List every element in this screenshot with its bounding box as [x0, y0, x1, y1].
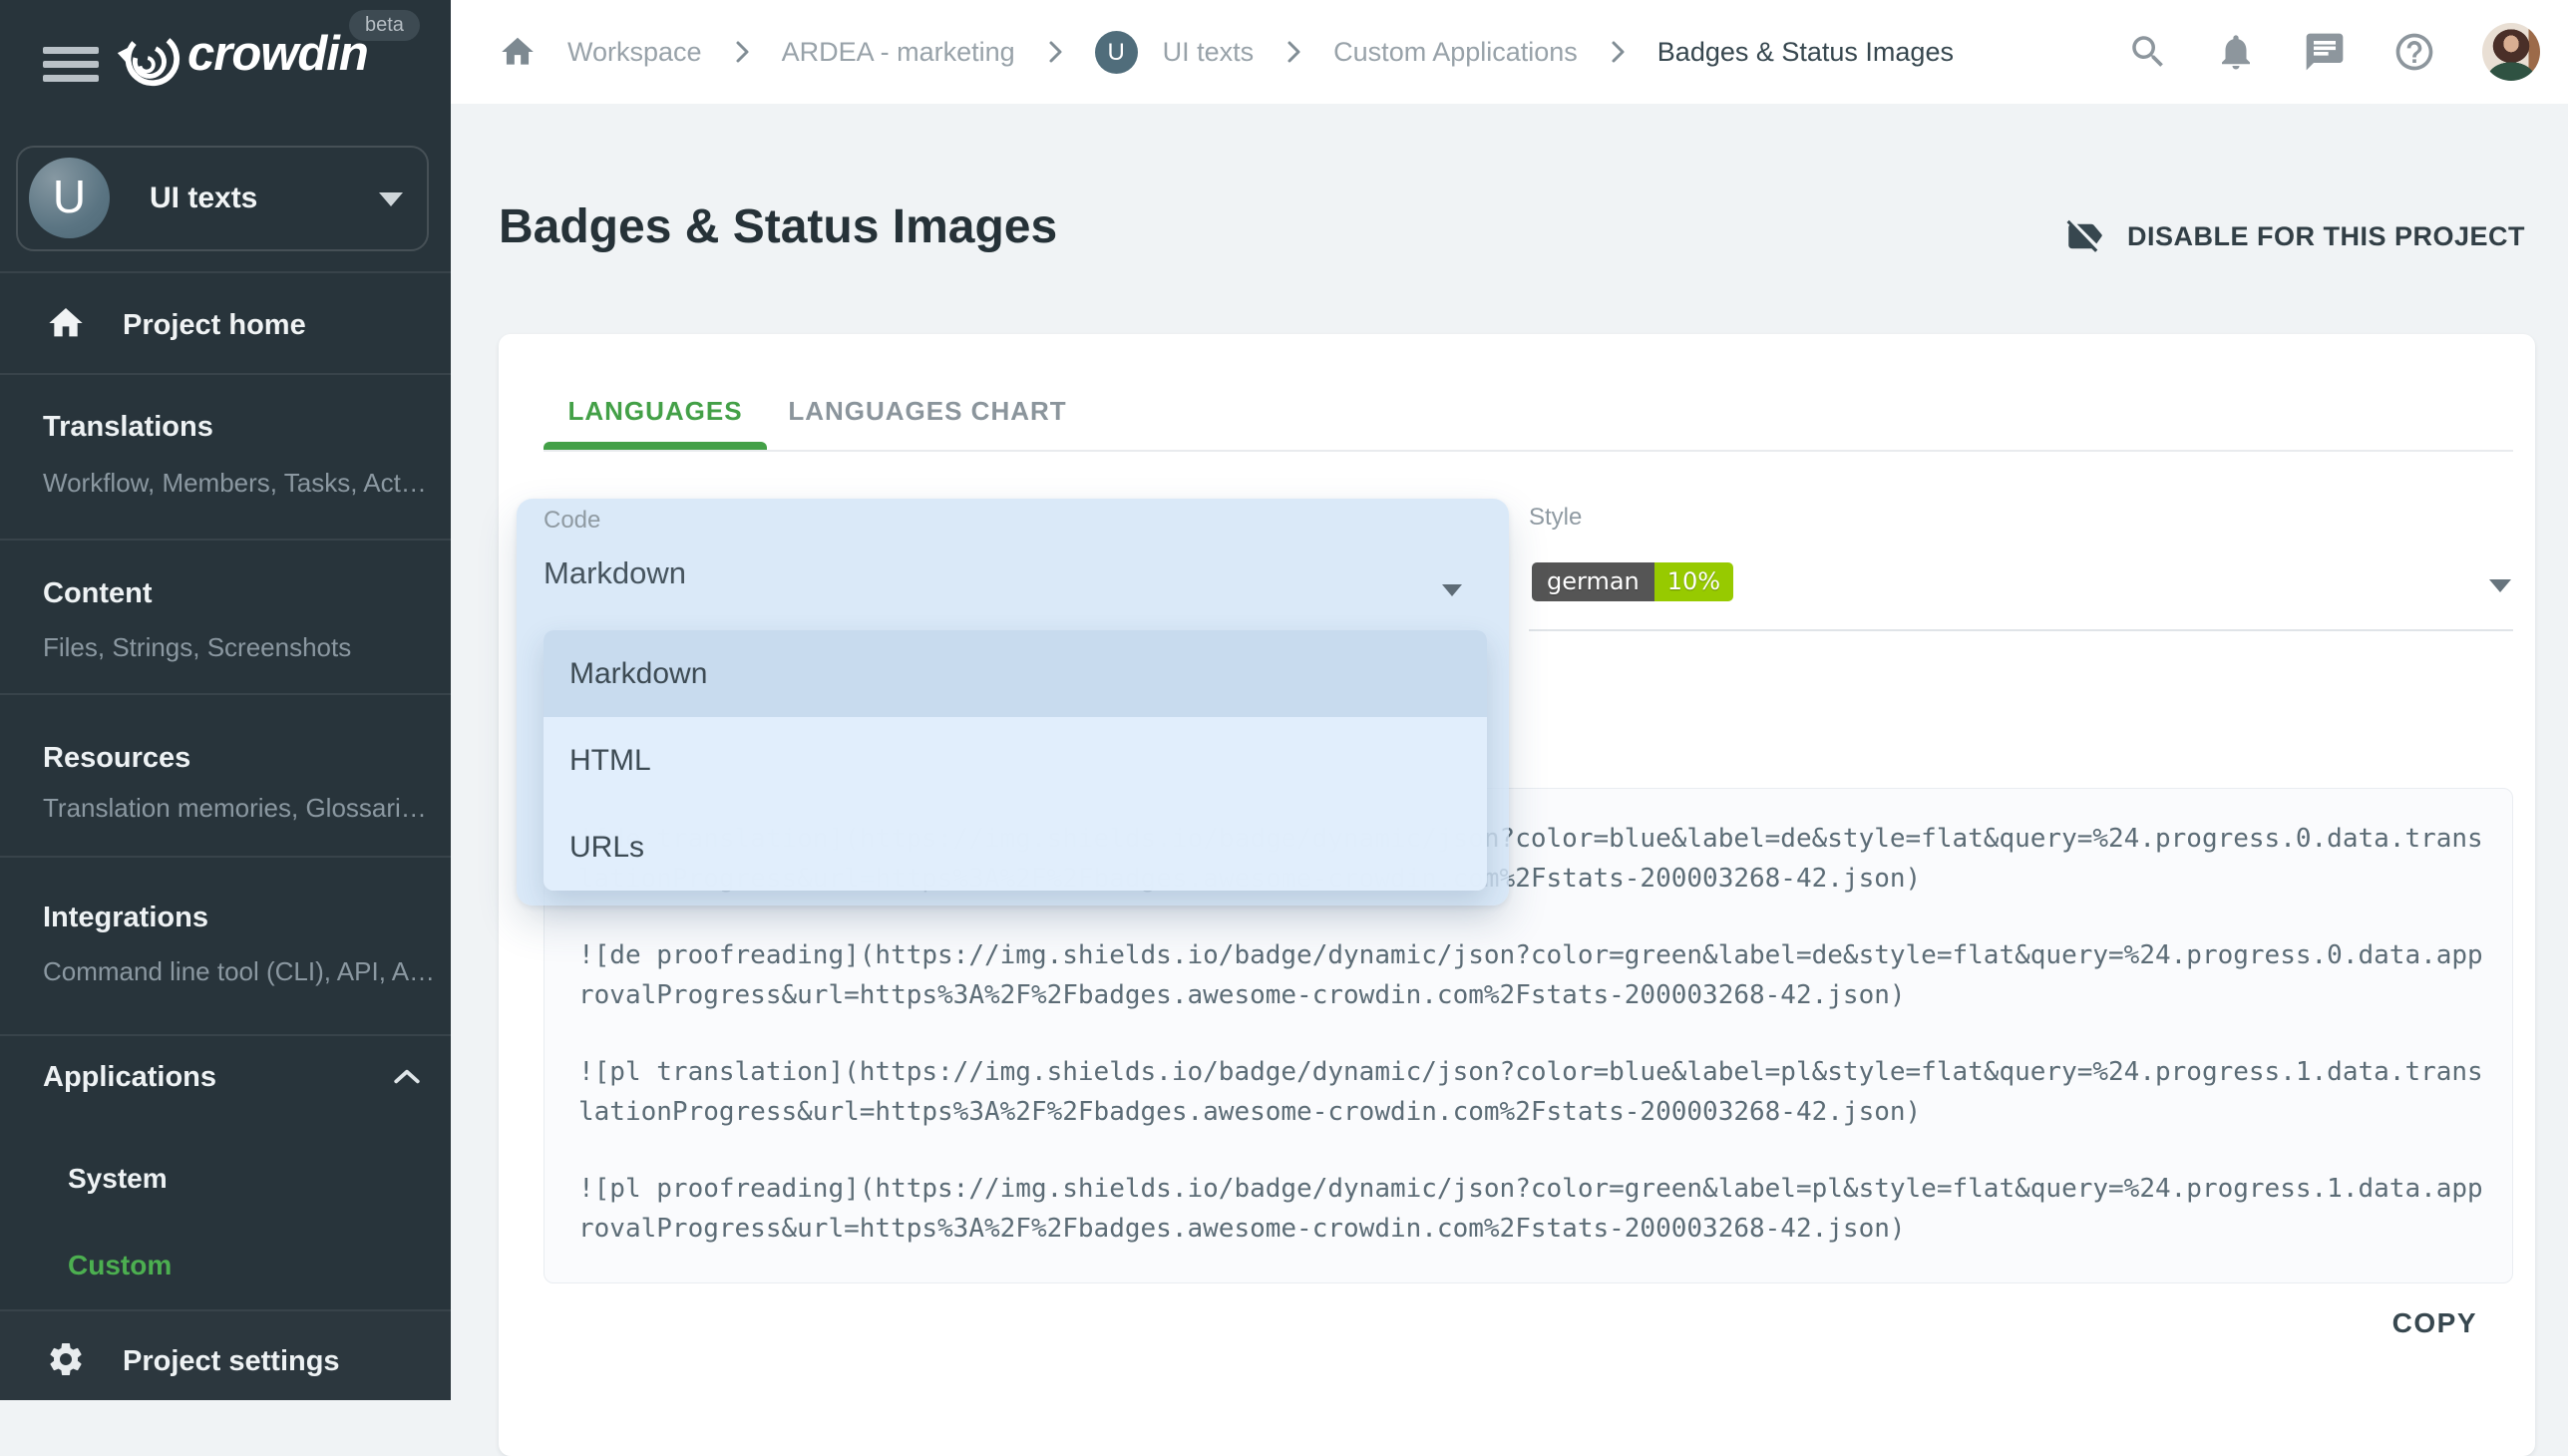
sidebar-item-resources[interactable]: Resources [43, 742, 190, 775]
sidebar-item-project-home[interactable]: Project home [0, 289, 451, 369]
topbar: Workspace ARDEA - marketing U UI texts C… [451, 0, 2568, 104]
code-select-value: Markdown [544, 555, 686, 591]
crowdin-logo-text[interactable]: crowdin [187, 26, 368, 82]
home-icon[interactable] [499, 33, 537, 71]
sidebar-item-system[interactable]: System [68, 1163, 168, 1195]
gear-icon [46, 1339, 86, 1379]
chevron-down-icon[interactable] [2489, 579, 2511, 592]
disable-for-project-button[interactable]: DISABLE FOR THIS PROJECT [2063, 215, 2525, 257]
disable-button-label: DISABLE FOR THIS PROJECT [2127, 221, 2525, 252]
divider [0, 1034, 451, 1036]
sidebar-item-label: Project home [123, 309, 306, 342]
project-avatar: U [29, 158, 110, 238]
divider [0, 856, 451, 858]
breadcrumb-current-page: Badges & Status Images [1657, 37, 1954, 68]
chevron-right-icon [1046, 38, 1064, 66]
messages-icon[interactable] [2303, 30, 2347, 74]
crowdin-logo-icon[interactable] [112, 22, 182, 92]
sidebar-item-translations[interactable]: Translations [43, 411, 213, 444]
home-icon [46, 303, 86, 343]
sidebar-item-content[interactable]: Content [43, 577, 153, 610]
user-avatar[interactable] [2482, 23, 2540, 81]
breadcrumb-custom-applications[interactable]: Custom Applications [1333, 37, 1578, 68]
divider [0, 693, 451, 695]
sidebar-item-label: Project settings [123, 1345, 340, 1378]
option-html[interactable]: HTML [544, 717, 1487, 804]
search-icon[interactable] [2127, 31, 2169, 73]
bell-icon[interactable] [2215, 31, 2257, 73]
sidebar-item-subtitle: Translation memories, Glossari… [43, 793, 427, 824]
sidebar-item-integrations[interactable]: Integrations [43, 902, 208, 934]
tab-languages[interactable]: LANGUAGES [544, 386, 767, 436]
option-markdown[interactable]: Markdown [544, 630, 1487, 717]
tab-languages-chart[interactable]: LANGUAGES CHART [767, 386, 1088, 436]
sidebar: crowdin beta U UI texts Project home Tra… [0, 0, 451, 1400]
sidebar-item-subtitle: Files, Strings, Screenshots [43, 632, 351, 663]
badge-label: german [1532, 562, 1654, 601]
chevron-up-icon[interactable] [393, 1067, 421, 1085]
chevron-down-icon [1442, 584, 1462, 596]
code-select-open[interactable]: Code Markdown Markdown HTML URLs [517, 499, 1509, 906]
style-badge-preview: german 10% [1532, 562, 1733, 601]
page-title: Badges & Status Images [499, 199, 1057, 254]
chevron-right-icon [733, 38, 751, 66]
sidebar-item-subtitle: Workflow, Members, Tasks, Act… [43, 468, 427, 499]
code-select-label: Code [544, 507, 600, 535]
code-entry: ![pl translation](https://img.shields.io… [578, 1052, 2491, 1132]
option-urls[interactable]: URLs [544, 804, 1487, 891]
label-off-icon [2063, 215, 2105, 257]
code-entry: ![de proofreading](https://img.shields.i… [578, 935, 2491, 1015]
project-selector[interactable]: U UI texts [16, 146, 429, 251]
badges-card: LANGUAGES LANGUAGES CHART Style german 1… [499, 334, 2535, 1456]
code-entry: ![pl proofreading](https://img.shields.i… [578, 1169, 2491, 1249]
hamburger-menu-icon[interactable] [43, 47, 99, 82]
beta-badge: beta [349, 10, 420, 41]
breadcrumb-project[interactable]: UI texts [1163, 37, 1255, 68]
topbar-actions [2127, 0, 2540, 104]
style-select-label: Style [1529, 504, 1582, 532]
code-select-options: Markdown HTML URLs [544, 630, 1487, 891]
chevron-right-icon [1609, 38, 1627, 66]
sidebar-item-project-settings[interactable]: Project settings [0, 1311, 451, 1400]
chevron-down-icon [379, 192, 403, 206]
breadcrumb-organization[interactable]: ARDEA - marketing [782, 37, 1015, 68]
divider [544, 450, 2513, 452]
divider [0, 539, 451, 541]
sidebar-item-subtitle: Command line tool (CLI), API, A… [43, 956, 435, 987]
badge-value: 10% [1654, 562, 1733, 601]
divider [0, 373, 451, 375]
chevron-right-icon [1284, 38, 1302, 66]
sidebar-item-custom[interactable]: Custom [68, 1250, 172, 1281]
breadcrumb: Workspace ARDEA - marketing U UI texts C… [499, 0, 1954, 104]
divider [0, 271, 451, 273]
copy-button[interactable]: COPY [2392, 1307, 2477, 1339]
breadcrumb-project-avatar[interactable]: U [1095, 31, 1138, 74]
style-select-underline [1529, 629, 2513, 631]
sidebar-item-applications[interactable]: Applications [43, 1061, 216, 1094]
help-icon[interactable] [2392, 30, 2436, 74]
breadcrumb-workspace[interactable]: Workspace [567, 37, 702, 68]
project-selector-name: UI texts [150, 148, 257, 249]
